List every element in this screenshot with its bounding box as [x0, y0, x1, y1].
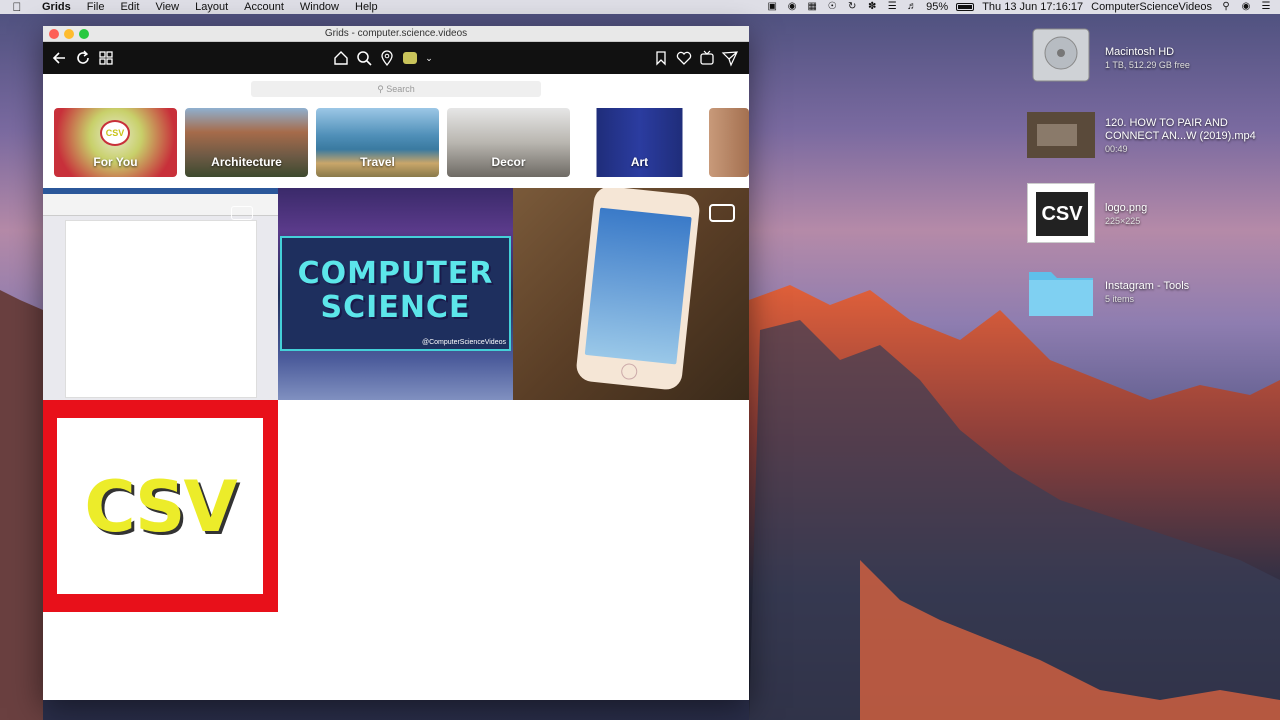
logo-png-icon[interactable]: CSV	[1027, 183, 1095, 243]
search-row: ⚲ Search	[43, 74, 749, 104]
desktop-item-sub: 1 TB, 512.29 GB free	[1105, 60, 1190, 70]
desktop-label-folder[interactable]: Instagram - Tools 5 items	[1105, 280, 1189, 306]
chevron-down-icon[interactable]: ⌄	[420, 49, 438, 67]
doc-page	[65, 220, 257, 398]
folder-icon[interactable]	[1027, 264, 1095, 324]
cs-title-line1: COMPUTER	[297, 256, 494, 291]
menubar-clock[interactable]: Thu 13 Jun 17:16:17	[982, 1, 1083, 13]
back-arrow-icon[interactable]	[51, 49, 69, 67]
post-computer-science[interactable]: COMPUTER SCIENCE @ComputerScienceVideos	[278, 188, 513, 400]
grids-window: Grids - computer.science.videos ⌄ ⚲ Sear…	[43, 26, 749, 700]
for-you-badge-text: CSV	[105, 128, 125, 138]
clipboard-icon[interactable]: ▦	[806, 2, 818, 12]
menu-account[interactable]: Account	[236, 1, 292, 13]
desktop-item-name: logo.png	[1105, 202, 1148, 214]
macintosh-hd-icon[interactable]	[1027, 25, 1095, 85]
iphone-home-button	[620, 362, 639, 381]
home-icon[interactable]	[332, 49, 350, 67]
grammarly-icon[interactable]: ◉	[786, 2, 798, 12]
desktop-item-name: Instagram - Tools	[1105, 280, 1190, 292]
iphone-device	[575, 188, 701, 392]
bluetooth-icon[interactable]: ✽	[866, 2, 878, 12]
for-you-badge: CSV	[100, 120, 130, 146]
battery-icon[interactable]	[956, 3, 975, 11]
accessibility-icon[interactable]: ☉	[826, 2, 838, 12]
category-travel[interactable]: Travel	[316, 108, 439, 177]
category-label: Architecture	[211, 155, 282, 169]
category-label: Art	[630, 155, 649, 169]
volume-icon[interactable]: ♬	[906, 2, 918, 12]
desktop-label-logo[interactable]: logo.png 225×225	[1105, 202, 1147, 228]
battery-percent: 95%	[926, 1, 949, 13]
notification-center-icon[interactable]: ☰	[1260, 2, 1272, 12]
menu-bar:  Grids File Edit View Layout Account Wi…	[0, 0, 1280, 14]
grid-view-icon[interactable]	[97, 49, 115, 67]
video-camera-icon	[231, 206, 253, 220]
menu-edit[interactable]: Edit	[112, 1, 147, 13]
logo-thumbnail-text: CSV	[1036, 192, 1088, 236]
category-label: Decor	[491, 155, 526, 169]
wifi-icon[interactable]: ☰	[886, 2, 898, 12]
menu-help[interactable]: Help	[347, 1, 386, 13]
category-architecture[interactable]: Architecture	[185, 108, 308, 177]
menu-window[interactable]: Window	[292, 1, 347, 13]
menu-app-name[interactable]: Grids	[34, 1, 79, 13]
bookmark-icon[interactable]	[652, 49, 670, 67]
post-document-screenshot[interactable]	[43, 188, 278, 400]
logo-thumbnail: CSV	[1027, 183, 1095, 243]
igtv-icon[interactable]	[698, 49, 716, 67]
desktop-label-video[interactable]: 120. HOW TO PAIR AND CONNECT AN...W (201…	[1105, 117, 1275, 156]
desktop-label-macintosh-hd[interactable]: Macintosh HD 1 TB, 512.29 GB free	[1105, 46, 1190, 72]
desktop-item-sub: 5 items	[1105, 294, 1135, 304]
video-camera-icon	[709, 204, 735, 222]
category-for-you[interactable]: CSV For You	[54, 108, 177, 177]
cs-title-line2: SCIENCE	[320, 290, 471, 325]
close-button[interactable]	[49, 29, 59, 39]
spotlight-icon[interactable]: ⚲	[1220, 2, 1232, 12]
desktop-item-name: Macintosh HD	[1105, 46, 1175, 58]
window-title: Grids - computer.science.videos	[324, 28, 468, 39]
category-decor[interactable]: Decor	[447, 108, 570, 177]
screen-record-icon[interactable]: ▣	[766, 2, 778, 12]
search-input-icon: ⚲	[377, 84, 387, 94]
menubar-user[interactable]: ComputerScienceVideos	[1091, 1, 1212, 13]
csv-inner-square: CSV	[57, 418, 263, 594]
refresh-icon[interactable]	[74, 49, 92, 67]
search-input[interactable]: ⚲ Search	[251, 81, 541, 97]
post-csv-logo[interactable]: CSV	[43, 400, 278, 612]
menu-file[interactable]: File	[79, 1, 113, 13]
menu-layout[interactable]: Layout	[187, 1, 236, 13]
app-toolbar: ⌄	[43, 42, 749, 74]
desktop-item-sub: 00:49	[1105, 144, 1128, 154]
category-label: For You	[93, 155, 138, 169]
location-pin-icon[interactable]	[378, 49, 396, 67]
post-iphone[interactable]	[513, 188, 749, 400]
category-strip: CSV For You Architecture Travel Decor Ar…	[54, 108, 749, 178]
csv-text: CSV	[84, 466, 237, 548]
cs-banner: COMPUTER SCIENCE @ComputerScienceVideos	[280, 236, 511, 351]
search-icon[interactable]	[355, 49, 373, 67]
minimize-button[interactable]	[64, 29, 74, 39]
desktop-item-name: 120. HOW TO PAIR AND CONNECT AN...W (201…	[1105, 117, 1256, 142]
zoom-button[interactable]	[79, 29, 89, 39]
window-titlebar[interactable]: Grids - computer.science.videos	[43, 26, 749, 42]
category-label: Travel	[360, 155, 395, 169]
siri-icon[interactable]: ◉	[1240, 2, 1252, 12]
category-next[interactable]	[709, 108, 749, 177]
profile-avatar[interactable]	[401, 49, 419, 67]
direct-message-icon[interactable]	[721, 49, 739, 67]
desktop-item-sub: 225×225	[1105, 216, 1141, 226]
video-file-icon[interactable]	[1027, 110, 1095, 170]
time-machine-icon[interactable]: ↻	[846, 2, 858, 12]
search-placeholder: Search	[386, 84, 415, 94]
heart-icon[interactable]	[675, 49, 693, 67]
iphone-screen	[584, 207, 692, 365]
menu-view[interactable]: View	[147, 1, 187, 13]
category-art[interactable]: Art	[578, 108, 701, 177]
apple-icon[interactable]: 	[0, 0, 34, 14]
cs-handle: @ComputerScienceVideos	[421, 339, 506, 346]
